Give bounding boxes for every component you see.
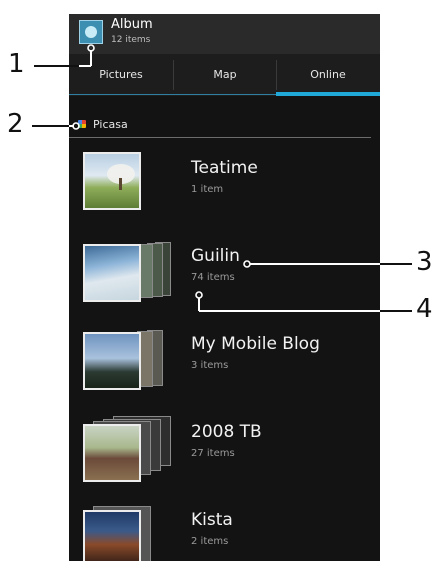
- callout-number-4: 4: [416, 294, 433, 324]
- callout-number-3: 3: [416, 247, 433, 277]
- callout-lines: [32, 44, 412, 312]
- callout-number-1: 1: [8, 49, 25, 79]
- callout-number-2: 2: [7, 109, 24, 139]
